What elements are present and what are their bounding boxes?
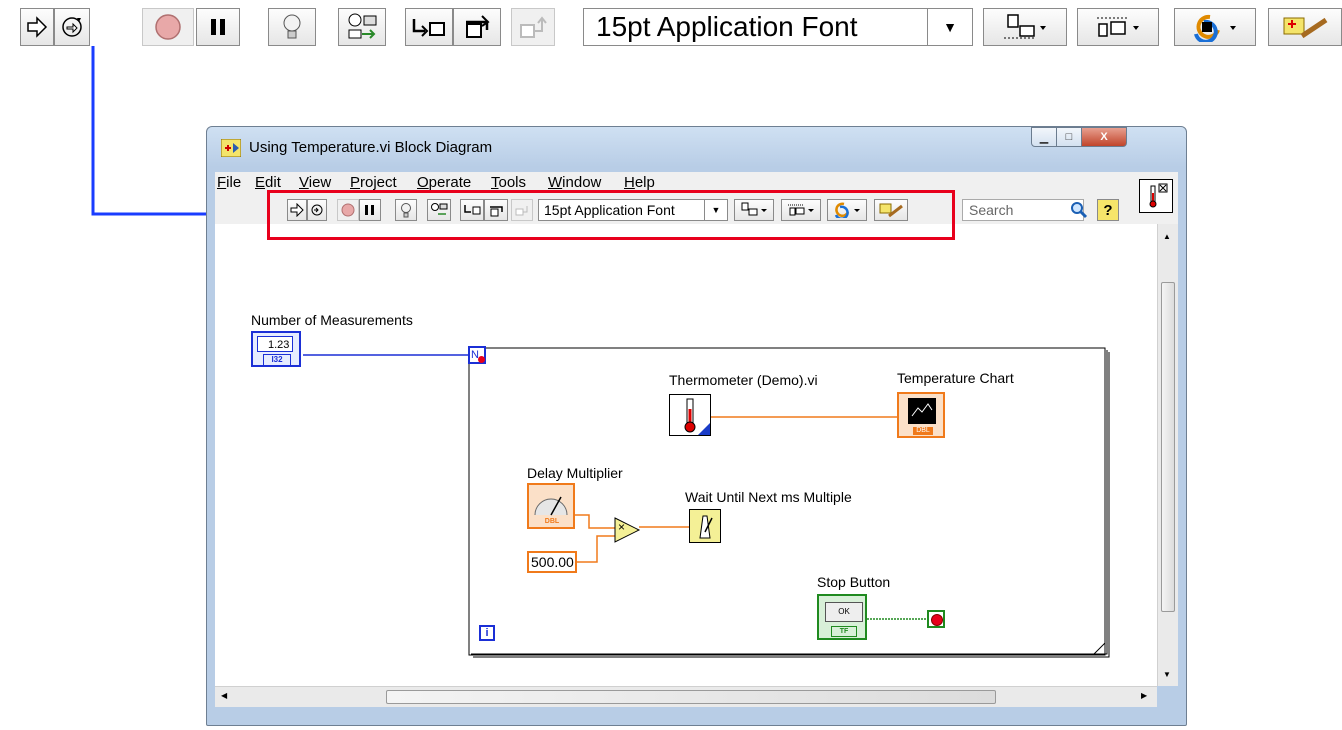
metronome-icon bbox=[699, 515, 713, 539]
horizontal-scroll-thumb[interactable] bbox=[386, 690, 996, 704]
probe-icon bbox=[348, 13, 377, 39]
dbl-type-badge: DBL bbox=[913, 427, 933, 435]
menu-file[interactable]: File bbox=[217, 174, 241, 191]
step-over-icon bbox=[466, 15, 490, 38]
step-over-button[interactable] bbox=[453, 8, 501, 46]
delay-multiplier-terminal[interactable]: DBL bbox=[527, 483, 575, 529]
scroll-down-icon[interactable]: ▼ bbox=[1163, 670, 1171, 679]
labview-app-icon bbox=[221, 139, 241, 157]
menu-window[interactable]: Window bbox=[548, 174, 601, 191]
numeric-display: 1.23 bbox=[257, 336, 293, 352]
menu-operate[interactable]: Operate bbox=[417, 174, 471, 191]
horizontal-scrollbar[interactable]: ◀ ▶ bbox=[215, 686, 1157, 707]
dbl-type-badge: DBL bbox=[544, 518, 560, 525]
knob-icon bbox=[534, 496, 568, 516]
chart-icon bbox=[908, 398, 936, 424]
menu-project[interactable]: Project bbox=[350, 174, 397, 191]
search-icon bbox=[1071, 202, 1088, 219]
toolbar-highlight-box bbox=[267, 190, 955, 240]
clean-up-diagram-button[interactable] bbox=[1268, 8, 1342, 46]
context-help-button[interactable]: ? bbox=[1097, 199, 1119, 221]
menu-help[interactable]: Help bbox=[624, 174, 655, 191]
delay-label: Delay Multiplier bbox=[527, 465, 623, 481]
align-objects-icon bbox=[1004, 14, 1046, 39]
thermometer-label: Thermometer (Demo).vi bbox=[669, 372, 818, 388]
step-into-button[interactable] bbox=[405, 8, 453, 46]
vertical-scroll-thumb[interactable] bbox=[1161, 282, 1175, 612]
loop-condition-terminal[interactable] bbox=[927, 610, 945, 628]
distribute-objects-icon bbox=[1097, 17, 1139, 37]
menu-view[interactable]: View bbox=[299, 174, 331, 191]
reorder-button[interactable] bbox=[1174, 8, 1256, 46]
close-icon: X bbox=[1100, 131, 1108, 143]
retain-wire-values-button[interactable] bbox=[338, 8, 386, 46]
thermometer-icon bbox=[1149, 183, 1168, 208]
loop-count-terminal[interactable]: N bbox=[468, 346, 486, 364]
step-into-icon bbox=[412, 19, 445, 37]
distribute-objects-button[interactable] bbox=[1077, 8, 1159, 46]
chart-label: Temperature Chart bbox=[897, 370, 1014, 386]
block-diagram-canvas[interactable]: Number of Measurements 1.23 I32 N i Ther… bbox=[215, 224, 1157, 686]
minimize-button[interactable]: ▁ bbox=[1031, 127, 1057, 147]
close-button[interactable]: X bbox=[1081, 127, 1127, 147]
align-objects-button[interactable] bbox=[983, 8, 1067, 46]
search-button[interactable] bbox=[1065, 199, 1093, 221]
maximize-icon: □ bbox=[1065, 131, 1073, 143]
vertical-scrollbar[interactable]: ▲ ▼ bbox=[1157, 224, 1178, 686]
vi-icon[interactable] bbox=[1139, 179, 1173, 213]
multiply-symbol: × bbox=[618, 520, 626, 534]
title-bar[interactable]: Using Temperature.vi Block Diagram ▁ □ X bbox=[207, 127, 1186, 167]
loop-iteration-terminal: i bbox=[479, 625, 495, 641]
thermometer-subvi[interactable] bbox=[669, 394, 711, 436]
step-out-button[interactable] bbox=[511, 8, 555, 46]
n-control-terminal[interactable]: 1.23 I32 bbox=[251, 331, 301, 367]
stop-sign-icon bbox=[931, 614, 943, 626]
dbl-wire-const bbox=[576, 535, 615, 563]
maximize-button[interactable]: □ bbox=[1056, 127, 1082, 147]
n-control-label: Number of Measurements bbox=[251, 312, 413, 328]
constant-500[interactable]: 500.00 bbox=[527, 551, 577, 573]
scroll-up-icon[interactable]: ▲ bbox=[1163, 232, 1171, 241]
clean-up-icon bbox=[1283, 17, 1328, 39]
help-icon: ? bbox=[1103, 201, 1113, 219]
wait-until-next-ms-node[interactable] bbox=[689, 509, 721, 543]
i32-type-badge: I32 bbox=[263, 354, 291, 366]
step-out-icon bbox=[520, 16, 547, 38]
ok-button-graphic: OK bbox=[825, 602, 863, 622]
stop-button-terminal[interactable]: OK TF bbox=[817, 594, 867, 640]
menu-tools[interactable]: Tools bbox=[491, 174, 526, 191]
search-placeholder: Search bbox=[969, 202, 1014, 218]
font-label: 15pt Application Font bbox=[596, 11, 858, 42]
stop-button-label: Stop Button bbox=[817, 574, 891, 590]
tf-type-badge: TF bbox=[831, 626, 857, 637]
coercion-dot bbox=[478, 356, 485, 363]
chevron-down-icon: ▼ bbox=[927, 9, 972, 45]
dbl-wire-delay bbox=[573, 514, 615, 529]
scroll-right-icon[interactable]: ▶ bbox=[1141, 691, 1147, 700]
menu-edit[interactable]: Edit bbox=[255, 174, 281, 191]
text-settings-dropdown[interactable]: 15pt Application Font ▼ bbox=[583, 8, 973, 46]
window-title: Using Temperature.vi Block Diagram bbox=[249, 139, 493, 156]
minimize-icon: ▁ bbox=[1039, 131, 1049, 144]
thermometer-icon bbox=[684, 398, 710, 435]
wait-label: Wait Until Next ms Multiple bbox=[685, 489, 852, 505]
temperature-chart-terminal[interactable]: DBL bbox=[897, 392, 945, 438]
scroll-left-icon[interactable]: ◀ bbox=[221, 691, 227, 700]
reorder-icon bbox=[1194, 14, 1236, 42]
wires-layer bbox=[303, 347, 1110, 658]
